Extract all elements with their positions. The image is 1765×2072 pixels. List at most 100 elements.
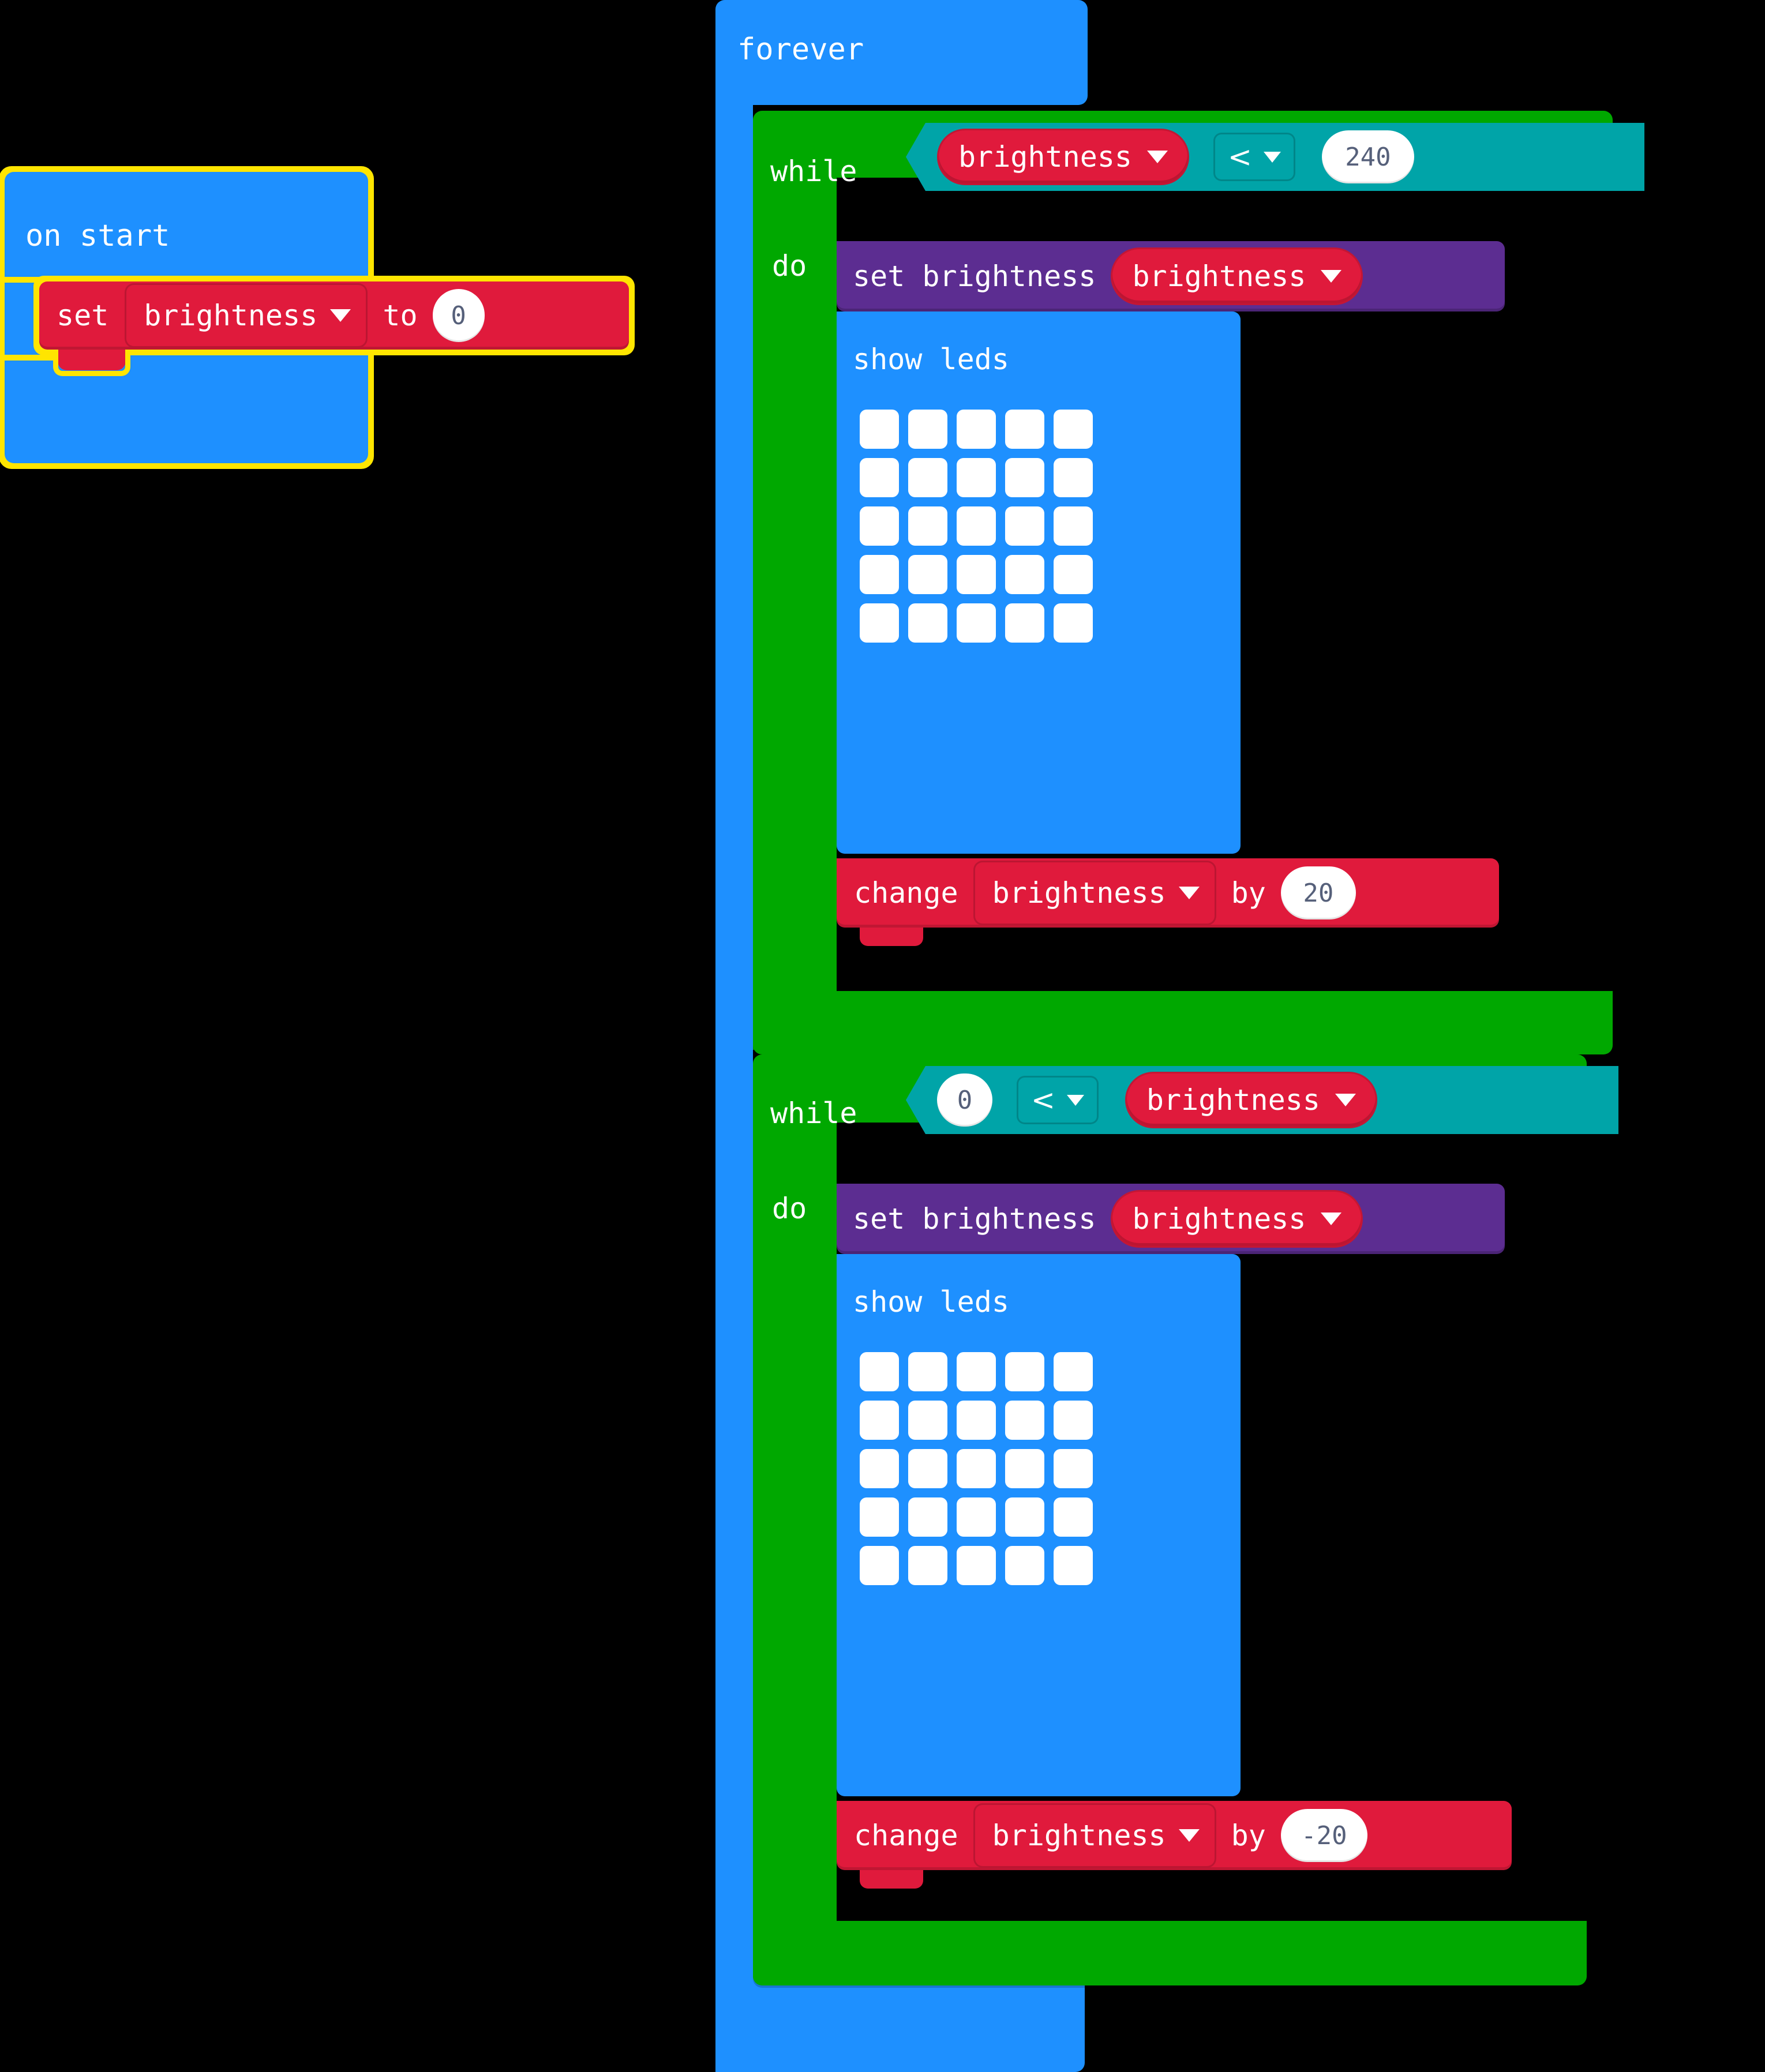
left-variable-reporter[interactable]: brightness — [937, 129, 1190, 185]
led-cell[interactable] — [860, 1352, 899, 1391]
show-leds-block-2[interactable]: show leds — [837, 1254, 1241, 1796]
led-cell[interactable] — [860, 1497, 899, 1537]
led-cell[interactable] — [860, 506, 899, 546]
led-cell[interactable] — [1054, 603, 1093, 643]
chevron-down-icon[interactable] — [1321, 270, 1342, 283]
change-variable-block-2[interactable]: change brightness by -20 — [837, 1801, 1512, 1870]
led-cell[interactable] — [860, 555, 899, 594]
delta-number-input-1[interactable]: 20 — [1280, 866, 1356, 919]
led-cell[interactable] — [1005, 410, 1044, 449]
led-cell[interactable] — [908, 1449, 947, 1488]
led-cell[interactable] — [957, 603, 996, 643]
led-cell[interactable] — [908, 555, 947, 594]
while-1-condition[interactable]: brightness < 240 — [906, 123, 1644, 191]
led-cell[interactable] — [1005, 1352, 1044, 1391]
led-cell[interactable] — [1005, 1497, 1044, 1537]
led-cell[interactable] — [1005, 506, 1044, 546]
comparison-operator-dropdown[interactable]: < — [1213, 133, 1295, 181]
delta-number-input-2[interactable]: -20 — [1280, 1809, 1367, 1862]
brightness-reporter-1[interactable]: brightness — [1111, 247, 1363, 305]
while-2-keyword-label: while — [770, 1097, 857, 1130]
change-keyword-label-2: change — [854, 1819, 958, 1852]
led-cell[interactable] — [957, 1449, 996, 1488]
to-keyword-label: to — [383, 299, 418, 332]
led-cell[interactable] — [860, 603, 899, 643]
led-cell[interactable] — [957, 1546, 996, 1585]
left-variable-label: brightness — [958, 140, 1133, 174]
value-number-input[interactable]: 0 — [432, 289, 485, 342]
comparison-operator-dropdown-2[interactable]: < — [1017, 1076, 1099, 1124]
led-cell[interactable] — [1054, 1449, 1093, 1488]
led-cell[interactable] — [1005, 458, 1044, 497]
led-cell[interactable] — [860, 1546, 899, 1585]
led-cell[interactable] — [1054, 1546, 1093, 1585]
chevron-down-icon[interactable] — [1066, 1094, 1084, 1106]
while-2-condition[interactable]: 0 < brightness — [906, 1066, 1618, 1134]
led-matrix-1[interactable] — [860, 410, 1093, 643]
brightness-reporter-2[interactable]: brightness — [1111, 1190, 1363, 1248]
led-cell[interactable] — [908, 458, 947, 497]
led-cell[interactable] — [957, 555, 996, 594]
chevron-down-icon[interactable] — [1321, 1213, 1342, 1225]
blocks-workspace[interactable]: on start set brightness to 0 forever whi… — [0, 0, 1765, 2072]
brightness-reporter-label-2: brightness — [1132, 1202, 1306, 1236]
right-number-input[interactable]: 240 — [1321, 130, 1414, 183]
chevron-down-icon[interactable] — [1335, 1094, 1356, 1106]
while-2-left-spine — [753, 1118, 837, 1977]
led-cell[interactable] — [1054, 506, 1093, 546]
brightness-reporter-label-1: brightness — [1132, 260, 1306, 293]
led-cell[interactable] — [860, 1449, 899, 1488]
while-2-bottom-foot — [753, 1921, 1587, 1985]
led-cell[interactable] — [957, 506, 996, 546]
less-than-icon: < — [1031, 1083, 1055, 1117]
led-cell[interactable] — [908, 410, 947, 449]
led-cell[interactable] — [1005, 1449, 1044, 1488]
led-cell[interactable] — [860, 458, 899, 497]
set-led-brightness-block-1[interactable]: set brightness brightness — [837, 241, 1505, 311]
show-leds-block-1[interactable]: show leds — [837, 311, 1241, 854]
led-cell[interactable] — [957, 410, 996, 449]
led-cell[interactable] — [1005, 1546, 1044, 1585]
chevron-down-icon[interactable] — [1178, 887, 1200, 899]
show-leds-label-2: show leds — [853, 1285, 1009, 1319]
chevron-down-icon[interactable] — [1263, 151, 1281, 163]
while-2-do-label: do — [772, 1192, 807, 1225]
variable-dropdown-field-2[interactable]: brightness — [973, 1803, 1216, 1868]
led-matrix-2[interactable] — [860, 1352, 1093, 1585]
led-cell[interactable] — [908, 1546, 947, 1585]
set-variable-block[interactable]: set brightness to 0 — [39, 281, 629, 350]
led-cell[interactable] — [908, 1401, 947, 1440]
show-leds-label-1: show leds — [853, 343, 1009, 376]
led-cell[interactable] — [1005, 603, 1044, 643]
chevron-down-icon[interactable] — [1147, 151, 1168, 163]
while-1-left-spine — [753, 173, 837, 1050]
led-cell[interactable] — [1054, 1352, 1093, 1391]
less-than-icon: < — [1228, 140, 1252, 174]
change-variable-block-1[interactable]: change brightness by 20 — [837, 858, 1499, 928]
led-cell[interactable] — [1054, 410, 1093, 449]
variable-dropdown-field[interactable]: brightness — [125, 283, 368, 348]
led-cell[interactable] — [908, 1352, 947, 1391]
led-cell[interactable] — [1054, 458, 1093, 497]
set-led-brightness-block-2[interactable]: set brightness brightness — [837, 1184, 1505, 1254]
led-cell[interactable] — [957, 1497, 996, 1537]
right-variable-reporter[interactable]: brightness — [1125, 1072, 1377, 1128]
while-1-do-label: do — [772, 249, 807, 283]
variable-dropdown-field-1[interactable]: brightness — [973, 861, 1216, 925]
led-cell[interactable] — [860, 1401, 899, 1440]
led-cell[interactable] — [1005, 555, 1044, 594]
led-cell[interactable] — [1054, 555, 1093, 594]
led-cell[interactable] — [908, 603, 947, 643]
led-cell[interactable] — [957, 1352, 996, 1391]
led-cell[interactable] — [908, 506, 947, 546]
led-cell[interactable] — [957, 1401, 996, 1440]
left-number-input[interactable]: 0 — [937, 1073, 992, 1127]
chevron-down-icon[interactable] — [1178, 1829, 1200, 1842]
led-cell[interactable] — [1005, 1401, 1044, 1440]
led-cell[interactable] — [1054, 1401, 1093, 1440]
chevron-down-icon[interactable] — [330, 309, 351, 322]
led-cell[interactable] — [1054, 1497, 1093, 1537]
led-cell[interactable] — [860, 410, 899, 449]
led-cell[interactable] — [908, 1497, 947, 1537]
led-cell[interactable] — [957, 458, 996, 497]
